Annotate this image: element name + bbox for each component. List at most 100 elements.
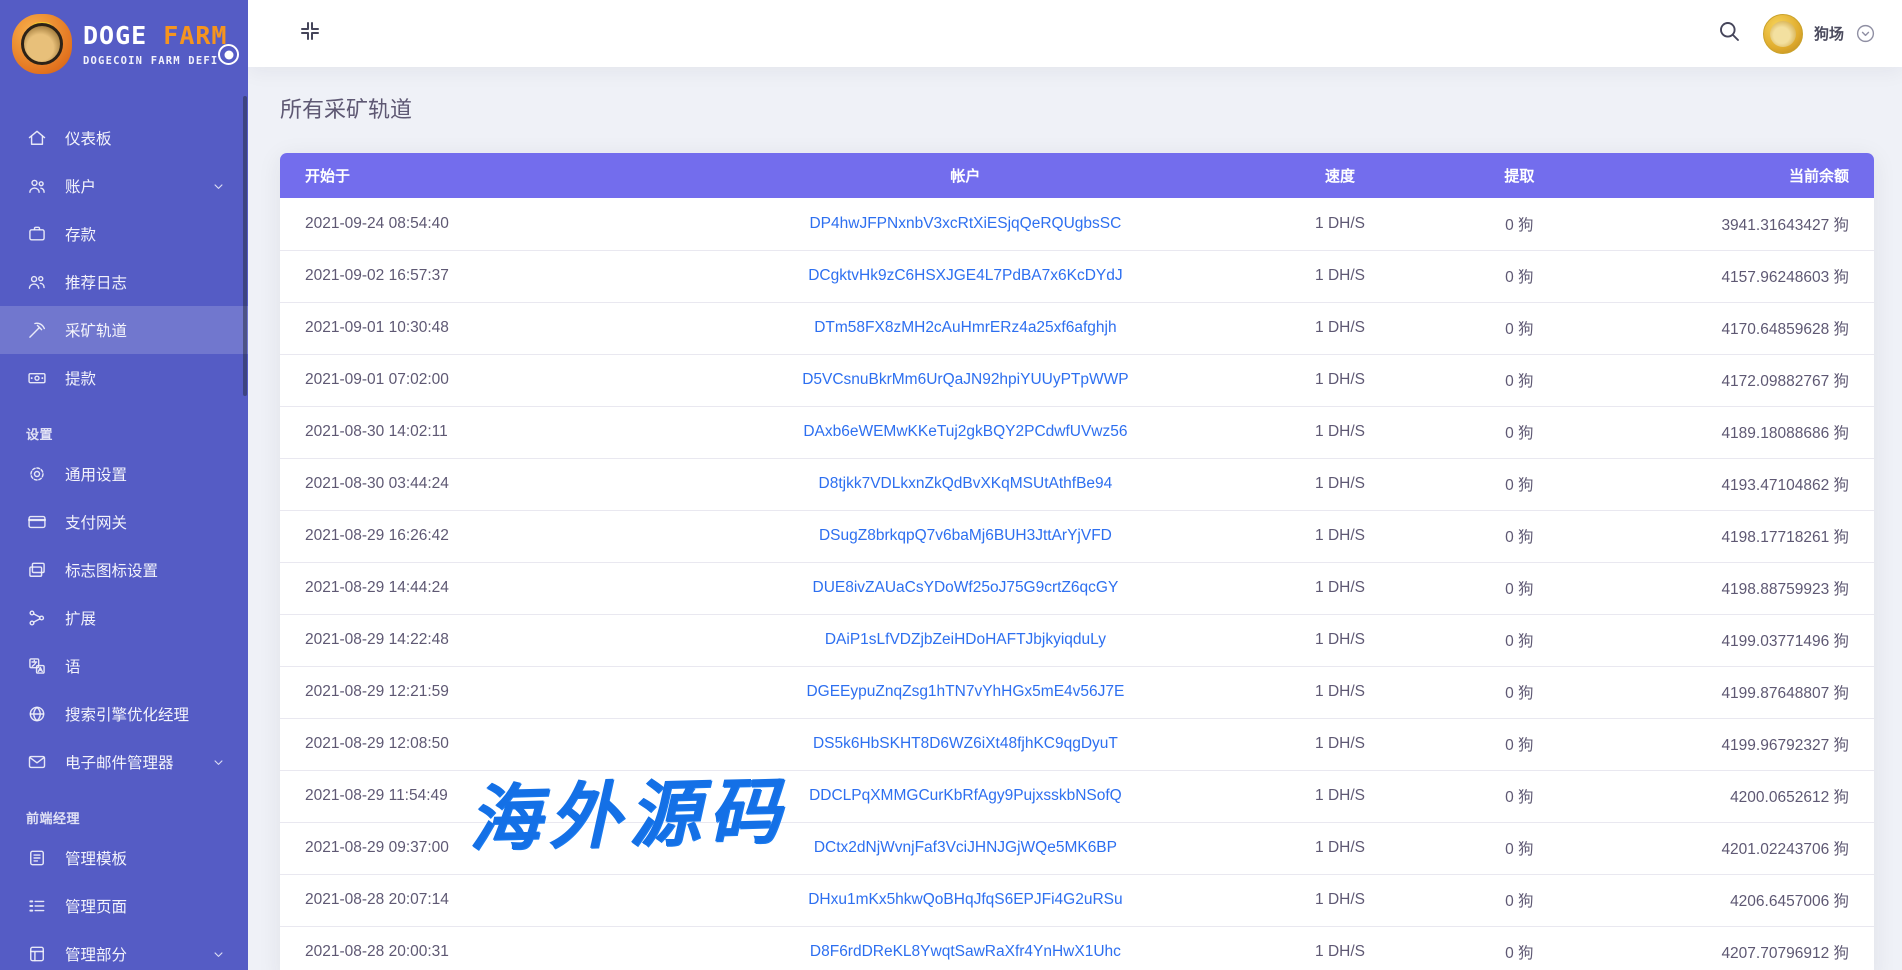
account-link[interactable]: DUE8ivZAUaCsYDoWf25oJ75G9crtZ6qcGY [813, 579, 1119, 596]
cell-started-at: 2021-08-29 14:22:48 [280, 614, 694, 666]
cell-speed: 1 DH/S [1236, 822, 1443, 874]
sidebar-item-label: 仪表板 [65, 127, 112, 149]
cell-account: DSugZ8brkqpQ7v6baMj6BUH3JttArYjVFD [694, 510, 1236, 562]
cell-account: D8F6rdDReKL8YwqtSawRaXfr4YnHwX1Uhc [694, 926, 1236, 970]
sidebar-section-label: 前端经理 [0, 800, 248, 834]
table-row: 2021-08-29 12:21:59DGEEypuZnqZsg1hTN7vYh… [280, 666, 1874, 718]
sidebar-item-label: 支付网关 [65, 511, 127, 533]
account-link[interactable]: D5VCsnuBkrMm6UrQaJN92hpiYUUyPTpWWP [802, 371, 1128, 388]
user-menu[interactable]: 狗场 [1763, 14, 1876, 54]
sidebar-scrollbar[interactable] [243, 96, 247, 396]
cell-withdrawn: 0 狗 [1444, 874, 1595, 926]
sidebar-item-label: 扩展 [65, 607, 96, 629]
mining-tracks-table: 开始于帐户速度提取当前余额 2021-09-24 08:54:40 DP4hwJF… [280, 153, 1874, 970]
table-row: 2021-08-29 09:37:00 DCtx2dNjWvnjFaf3VciJH… [280, 822, 1874, 874]
account-link[interactable]: DHxu1mKx5hkwQoBHqJfqS6EPJFi4G2uRSu [808, 891, 1122, 908]
sidebar-item-general-settings[interactable]: 通用设置 [0, 450, 248, 498]
sidebar-collapse-toggle[interactable] [218, 44, 239, 65]
account-link[interactable]: DCtx2dNjWvnjFaf3VciJHNJGjWQe5MK6BP [814, 839, 1117, 856]
chevron-down-circle-icon [1855, 23, 1876, 44]
cell-started-at: 2021-09-01 10:30:48 [280, 302, 694, 354]
sidebar-item-manage-sections[interactable]: 管理部分 [0, 930, 248, 970]
sidebar-item-label: 采矿轨道 [65, 319, 127, 341]
cell-balance: 4198.17718261 狗 [1595, 510, 1874, 562]
sidebar-item-seo-manager[interactable]: 搜索引擎优化经理 [0, 690, 248, 738]
cell-started-at: 2021-08-28 20:00:31 [280, 926, 694, 970]
table-row: 2021-09-24 08:54:40 DP4hwJFPNxnbV3xcRtXiE… [280, 198, 1874, 250]
table-body: 2021-09-24 08:54:40 DP4hwJFPNxnbV3xcRtXiE… [280, 198, 1874, 970]
cell-started-at: 2021-09-02 16:57:37 [280, 250, 694, 302]
cell-speed: 1 DH/S [1236, 406, 1443, 458]
account-link[interactable]: DP4hwJFPNxnbV3xcRtXiESjqQeRQUgbsSC [809, 215, 1121, 232]
brand-title-accent: FARM [163, 21, 227, 50]
sidebar-item-label: 推荐日志 [65, 271, 127, 293]
sidebar-item-language[interactable]: 语 [0, 642, 248, 690]
table-row: 2021-08-29 11:54:49DDCLPqXMMGCurKbRfAgy9… [280, 770, 1874, 822]
cell-balance: 4198.88759923 狗 [1595, 562, 1874, 614]
globe-icon [26, 703, 48, 725]
table-row: 2021-08-29 12:08:50DS5k6HbSKHT8D6WZ6iXt4… [280, 718, 1874, 770]
cell-account: DGEEypuZnqZsg1hTN7vYhHGx5mE4v56J7E [694, 666, 1236, 718]
sidebar-item-withdrawals[interactable]: 提款 [0, 354, 248, 402]
sidebar-item-email-manager[interactable]: 电子邮件管理器 [0, 738, 248, 786]
sidebar-item-manage-templates[interactable]: 管理模板 [0, 834, 248, 882]
cell-account: D5VCsnuBkrMm6UrQaJN92hpiYUUyPTpWWP [694, 354, 1236, 406]
sidebar-item-label: 搜索引擎优化经理 [65, 703, 189, 725]
cell-balance: 4157.96248603 狗 [1595, 250, 1874, 302]
cell-speed: 1 DH/S [1236, 874, 1443, 926]
sidebar-item-dashboard[interactable]: 仪表板 [0, 114, 248, 162]
sidebar-nav: 仪表板账户存款推荐日志采矿轨道提款设置通用设置支付网关标志图标设置扩展语搜索引擎… [0, 114, 248, 970]
cell-account: DCgktvHk9zC6HSXJGE4L7PdBA7x6KcDYdJ [694, 250, 1236, 302]
brand-subtitle: DOGECOIN FARM DEFI [83, 55, 228, 67]
sidebar-item-accounts[interactable]: 账户 [0, 162, 248, 210]
account-link[interactable]: DTm58FX8zMH2cAuHmrERz4a25xf6afghjh [814, 319, 1116, 336]
sidebar-item-extensions[interactable]: 扩展 [0, 594, 248, 642]
cell-withdrawn: 0 狗 [1444, 458, 1595, 510]
sidebar-item-payment-gateways[interactable]: 支付网关 [0, 498, 248, 546]
cell-account: DP4hwJFPNxnbV3xcRtXiESjqQeRQUgbsSC [694, 198, 1236, 250]
account-link[interactable]: D8tjkk7VDLkxnZkQdBvXKqMSUtAthfBe94 [819, 475, 1113, 492]
sidebar-item-referral-logs[interactable]: 推荐日志 [0, 258, 248, 306]
user-name: 狗场 [1814, 23, 1844, 44]
share-nodes-icon [26, 607, 48, 629]
cell-balance: 4199.96792327 狗 [1595, 718, 1874, 770]
account-link[interactable]: DAiP1sLfVDZjbZeiHDoHAFTJbjkyiqduLy [825, 631, 1106, 648]
cell-withdrawn: 0 狗 [1444, 770, 1595, 822]
topbar-right: 狗场 [1717, 14, 1876, 54]
account-link[interactable]: D8F6rdDReKL8YwqtSawRaXfr4YnHwX1Uhc [810, 943, 1121, 960]
account-link[interactable]: DGEEypuZnqZsg1hTN7vYhHGx5mE4v56J7E [806, 683, 1124, 700]
cell-speed: 1 DH/S [1236, 562, 1443, 614]
cell-speed: 1 DH/S [1236, 458, 1443, 510]
table-row: 2021-09-02 16:57:37 DCgktvHk9zC6HSXJGE4L7… [280, 250, 1874, 302]
search-button[interactable] [1717, 19, 1741, 48]
cell-speed: 1 DH/S [1236, 926, 1443, 970]
sidebar-item-deposits[interactable]: 存款 [0, 210, 248, 258]
cell-balance: 4200.0652612 狗 [1595, 770, 1874, 822]
cell-speed: 1 DH/S [1236, 510, 1443, 562]
table-head: 开始于帐户速度提取当前余额 [280, 153, 1874, 198]
account-link[interactable]: DDCLPqXMMGCurKbRfAgy9PujxsskbNSofQ [809, 787, 1122, 804]
cell-account: DS5k6HbSKHT8D6WZ6iXt48fjhKC9qgDyuT [694, 718, 1236, 770]
account-link[interactable]: DSugZ8brkqpQ7v6baMj6BUH3JttArYjVFD [819, 527, 1112, 544]
sidebar-item-manage-pages[interactable]: 管理页面 [0, 882, 248, 930]
cell-balance: 4172.09882767 狗 [1595, 354, 1874, 406]
cell-started-at: 2021-09-24 08:54:40 [280, 198, 694, 250]
cell-withdrawn: 0 狗 [1444, 562, 1595, 614]
account-link[interactable]: DS5k6HbSKHT8D6WZ6iXt48fjhKC9qgDyuT [813, 735, 1118, 752]
cell-started-at: 2021-08-29 14:44:24 [280, 562, 694, 614]
cell-speed: 1 DH/S [1236, 770, 1443, 822]
cell-started-at: 2021-08-29 09:37:00 [280, 822, 694, 874]
account-link[interactable]: DCgktvHk9zC6HSXJGE4L7PdBA7x6KcDYdJ [808, 267, 1122, 284]
column-header: 帐户 [694, 153, 1236, 198]
column-header: 开始于 [280, 153, 694, 198]
account-link[interactable]: DAxb6eWEMwKKeTuj2gkBQY2PCdwfUVwz56 [803, 423, 1127, 440]
cell-speed: 1 DH/S [1236, 614, 1443, 666]
compress-icon [298, 19, 322, 48]
sidebar-item-mining-tracks[interactable]: 采矿轨道 [0, 306, 248, 354]
table-row: 2021-08-29 14:44:24 DUE8ivZAUaCsYDoWf25oJ… [280, 562, 1874, 614]
minimize-header-button[interactable] [298, 19, 322, 48]
cell-account: DUE8ivZAUaCsYDoWf25oJ75G9crtZ6qcGY [694, 562, 1236, 614]
cell-withdrawn: 0 狗 [1444, 250, 1595, 302]
sidebar-item-logo-icon-settings[interactable]: 标志图标设置 [0, 546, 248, 594]
pickaxe-icon [26, 319, 48, 341]
